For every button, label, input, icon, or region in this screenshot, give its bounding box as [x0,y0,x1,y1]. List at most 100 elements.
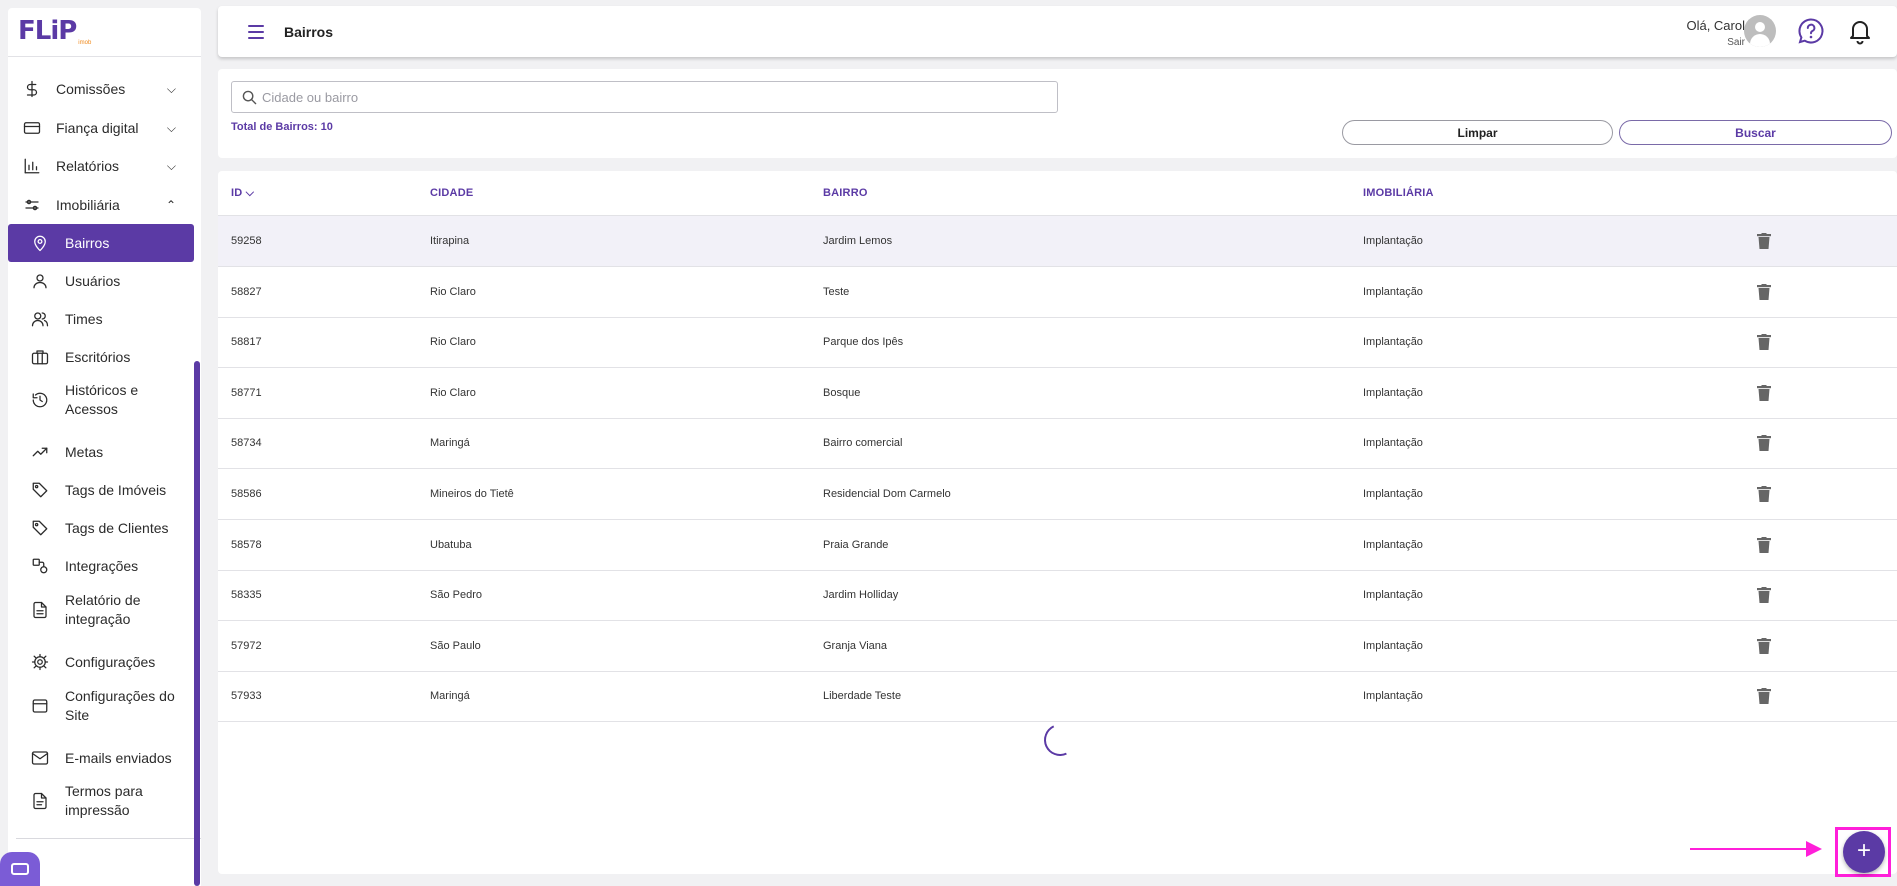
chevron-down-icon: ⌵ [166,158,176,173]
column-header-bairro[interactable]: BAIRRO [823,187,868,199]
search-input[interactable] [262,82,1042,112]
add-bairro-button[interactable]: + [1843,831,1885,873]
map-pin-icon [30,233,50,253]
cell-cidade: Rio Claro [430,386,476,399]
user-icon [30,271,50,291]
hamburger-menu-icon[interactable] [248,25,264,39]
cell-bairro: Parque dos Ipês [823,336,904,349]
delete-trash-icon[interactable] [1757,637,1771,654]
clear-button[interactable]: Limpar [1342,120,1613,145]
sidebar-item-usuarios[interactable]: Usuários [8,267,194,295]
cell-bairro: Jardim Holliday [823,589,899,602]
cell-cidade: Maringá [430,437,470,450]
sidebar-item-label: Termos para impressão [65,783,143,818]
delete-trash-icon[interactable] [1757,283,1771,300]
delete-trash-icon[interactable] [1757,587,1771,604]
sidebar-item-relatorio-integracao[interactable]: Relatório de integração [8,589,194,631]
logo[interactable]: FLiP imob [8,8,201,57]
sidebar-item-label: Relatório de integração [65,592,141,627]
cell-cidade: Mineiros do Tietê [430,488,514,500]
cell-cidade: Rio Claro [430,336,476,349]
sidebar-item-configuracoes[interactable]: Configurações [8,648,194,676]
sidebar-item-bairros[interactable]: Bairros [8,224,194,262]
window-icon [30,696,50,716]
table-row[interactable]: 58578 Ubatuba Praia Grande Implantação [218,520,1897,571]
sidebar-item-escritorios[interactable]: Escritórios [8,343,194,371]
sidebar-item-label: Fiança digital [56,119,139,136]
sidebar-item-comissoes[interactable]: Comissões ⌵ [8,75,194,103]
sidebar-item-label: E-mails enviados [65,749,172,766]
table-row[interactable]: 58827 Rio Claro Teste Implantação [218,267,1897,318]
table-row[interactable]: 58586 Mineiros do Tietê Residencial Dom Ca… [218,469,1897,520]
help-chat-icon[interactable] [1797,17,1825,45]
search-button[interactable]: Buscar [1619,120,1892,145]
cell-id: 58335 [231,589,262,602]
avatar[interactable] [1744,15,1776,47]
table-row[interactable]: 57933 Maringá Liberdade Teste Implantação [218,671,1897,723]
cell-bairro: Granja Viana [823,639,888,652]
delete-trash-icon[interactable] [1757,435,1771,452]
table-header: ID ⌵ CIDADE BAIRRO IMOBILIÁRIA [218,171,1897,216]
sidebar-item-times[interactable]: Times [8,305,194,333]
sidebar-item-label: Metas [65,443,104,460]
briefcase-icon [30,347,50,367]
sidebar-item-metas[interactable]: Metas [8,438,194,466]
sidebar-item-label: Times [65,310,103,327]
bar-chart-icon [22,156,42,176]
delete-trash-icon[interactable] [1757,486,1771,502]
cell-id: 58827 [231,285,262,298]
sidebar-item-tags-clientes[interactable]: Tags de Clientes [8,514,194,542]
cell-bairro: Liberdade Teste [823,690,902,703]
table-row[interactable]: 58817 Rio Claro Parque dos Ipês Implantação [218,317,1897,369]
trending-up-icon [30,442,50,462]
cell-imobiliaria: Implantação [1363,285,1423,298]
sidebar-item-emails-enviados[interactable]: E-mails enviados [8,744,194,772]
sidebar-item-label: Tags de Clientes [65,519,169,536]
sidebar-item-configuracoes-site[interactable]: Configurações do Site [8,685,194,727]
loading-spinner [1039,719,1081,761]
credit-card-icon [22,118,42,138]
sidebar-item-tags-imoveis[interactable]: Tags de Imóveis [8,476,194,504]
sidebar-item-integracoes[interactable]: Integrações [8,552,194,580]
file-icon [30,600,50,620]
filter-panel: Total de Bairros: 10 Limpar Buscar [218,69,1897,158]
delete-trash-icon[interactable] [1757,334,1771,351]
chevron-down-icon: ⌵ [166,120,176,135]
delete-trash-icon[interactable] [1757,384,1771,401]
column-header-id[interactable]: ID ⌵ [231,187,254,200]
sidebar-item-fianca-digital[interactable]: Fiança digital ⌵ [8,114,194,142]
sidebar-item-historicos-acessos[interactable]: Históricos e Acessos [8,379,194,421]
integration-icon [30,556,50,576]
column-header-cidade[interactable]: CIDADE [430,187,473,199]
sidebar-item-termos-impressao[interactable]: Termos para impressão [8,780,194,822]
sidebar-item-label: Bairros [65,234,110,251]
sliders-icon [22,195,42,215]
search-box [231,81,1058,113]
top-header: Bairros Olá, Carol Sair [218,6,1897,57]
delete-trash-icon[interactable] [1757,688,1771,705]
table-row[interactable]: 59258 Itirapina Jardim Lemos Implantação [218,216,1897,267]
column-header-imobiliaria[interactable]: IMOBILIÁRIA [1363,187,1434,199]
sidebar-item-relatorios[interactable]: Relatórios ⌵ [8,152,194,180]
logout-link[interactable]: Sair [1727,37,1745,48]
notification-bell-icon[interactable] [1846,17,1874,45]
cell-imobiliaria: Implantação [1363,336,1423,349]
sidebar-item-imobiliaria[interactable]: Imobiliária ⌃ [8,191,194,219]
cell-imobiliaria: Implantação [1363,589,1423,602]
table-row[interactable]: 58771 Rio Claro Bosque Implantação [218,368,1897,419]
cell-imobiliaria: Implantação [1363,386,1423,399]
cell-id: 58578 [231,538,262,551]
sort-chevron-down-icon[interactable]: ⌵ [246,187,255,199]
sidebar-scrollbar[interactable] [194,361,200,886]
chat-widget-button[interactable] [0,852,40,886]
bairros-table: ID ⌵ CIDADE BAIRRO IMOBILIÁRIA 59258 Itir… [218,171,1897,874]
delete-trash-icon[interactable] [1757,233,1771,249]
logo-text: FLiP [18,16,77,46]
table-row[interactable]: 58734 Maringá Bairro comercial Implantação [218,418,1897,470]
table-row[interactable]: 57972 São Paulo Granja Viana Implantação [218,621,1897,672]
delete-trash-icon[interactable] [1757,536,1771,553]
cell-bairro: Teste [823,285,850,298]
cell-id: 58817 [231,336,262,349]
cell-imobiliaria: Implantação [1363,690,1423,703]
table-row[interactable]: 58335 São Pedro Jardim Holliday Implantação [218,570,1897,622]
